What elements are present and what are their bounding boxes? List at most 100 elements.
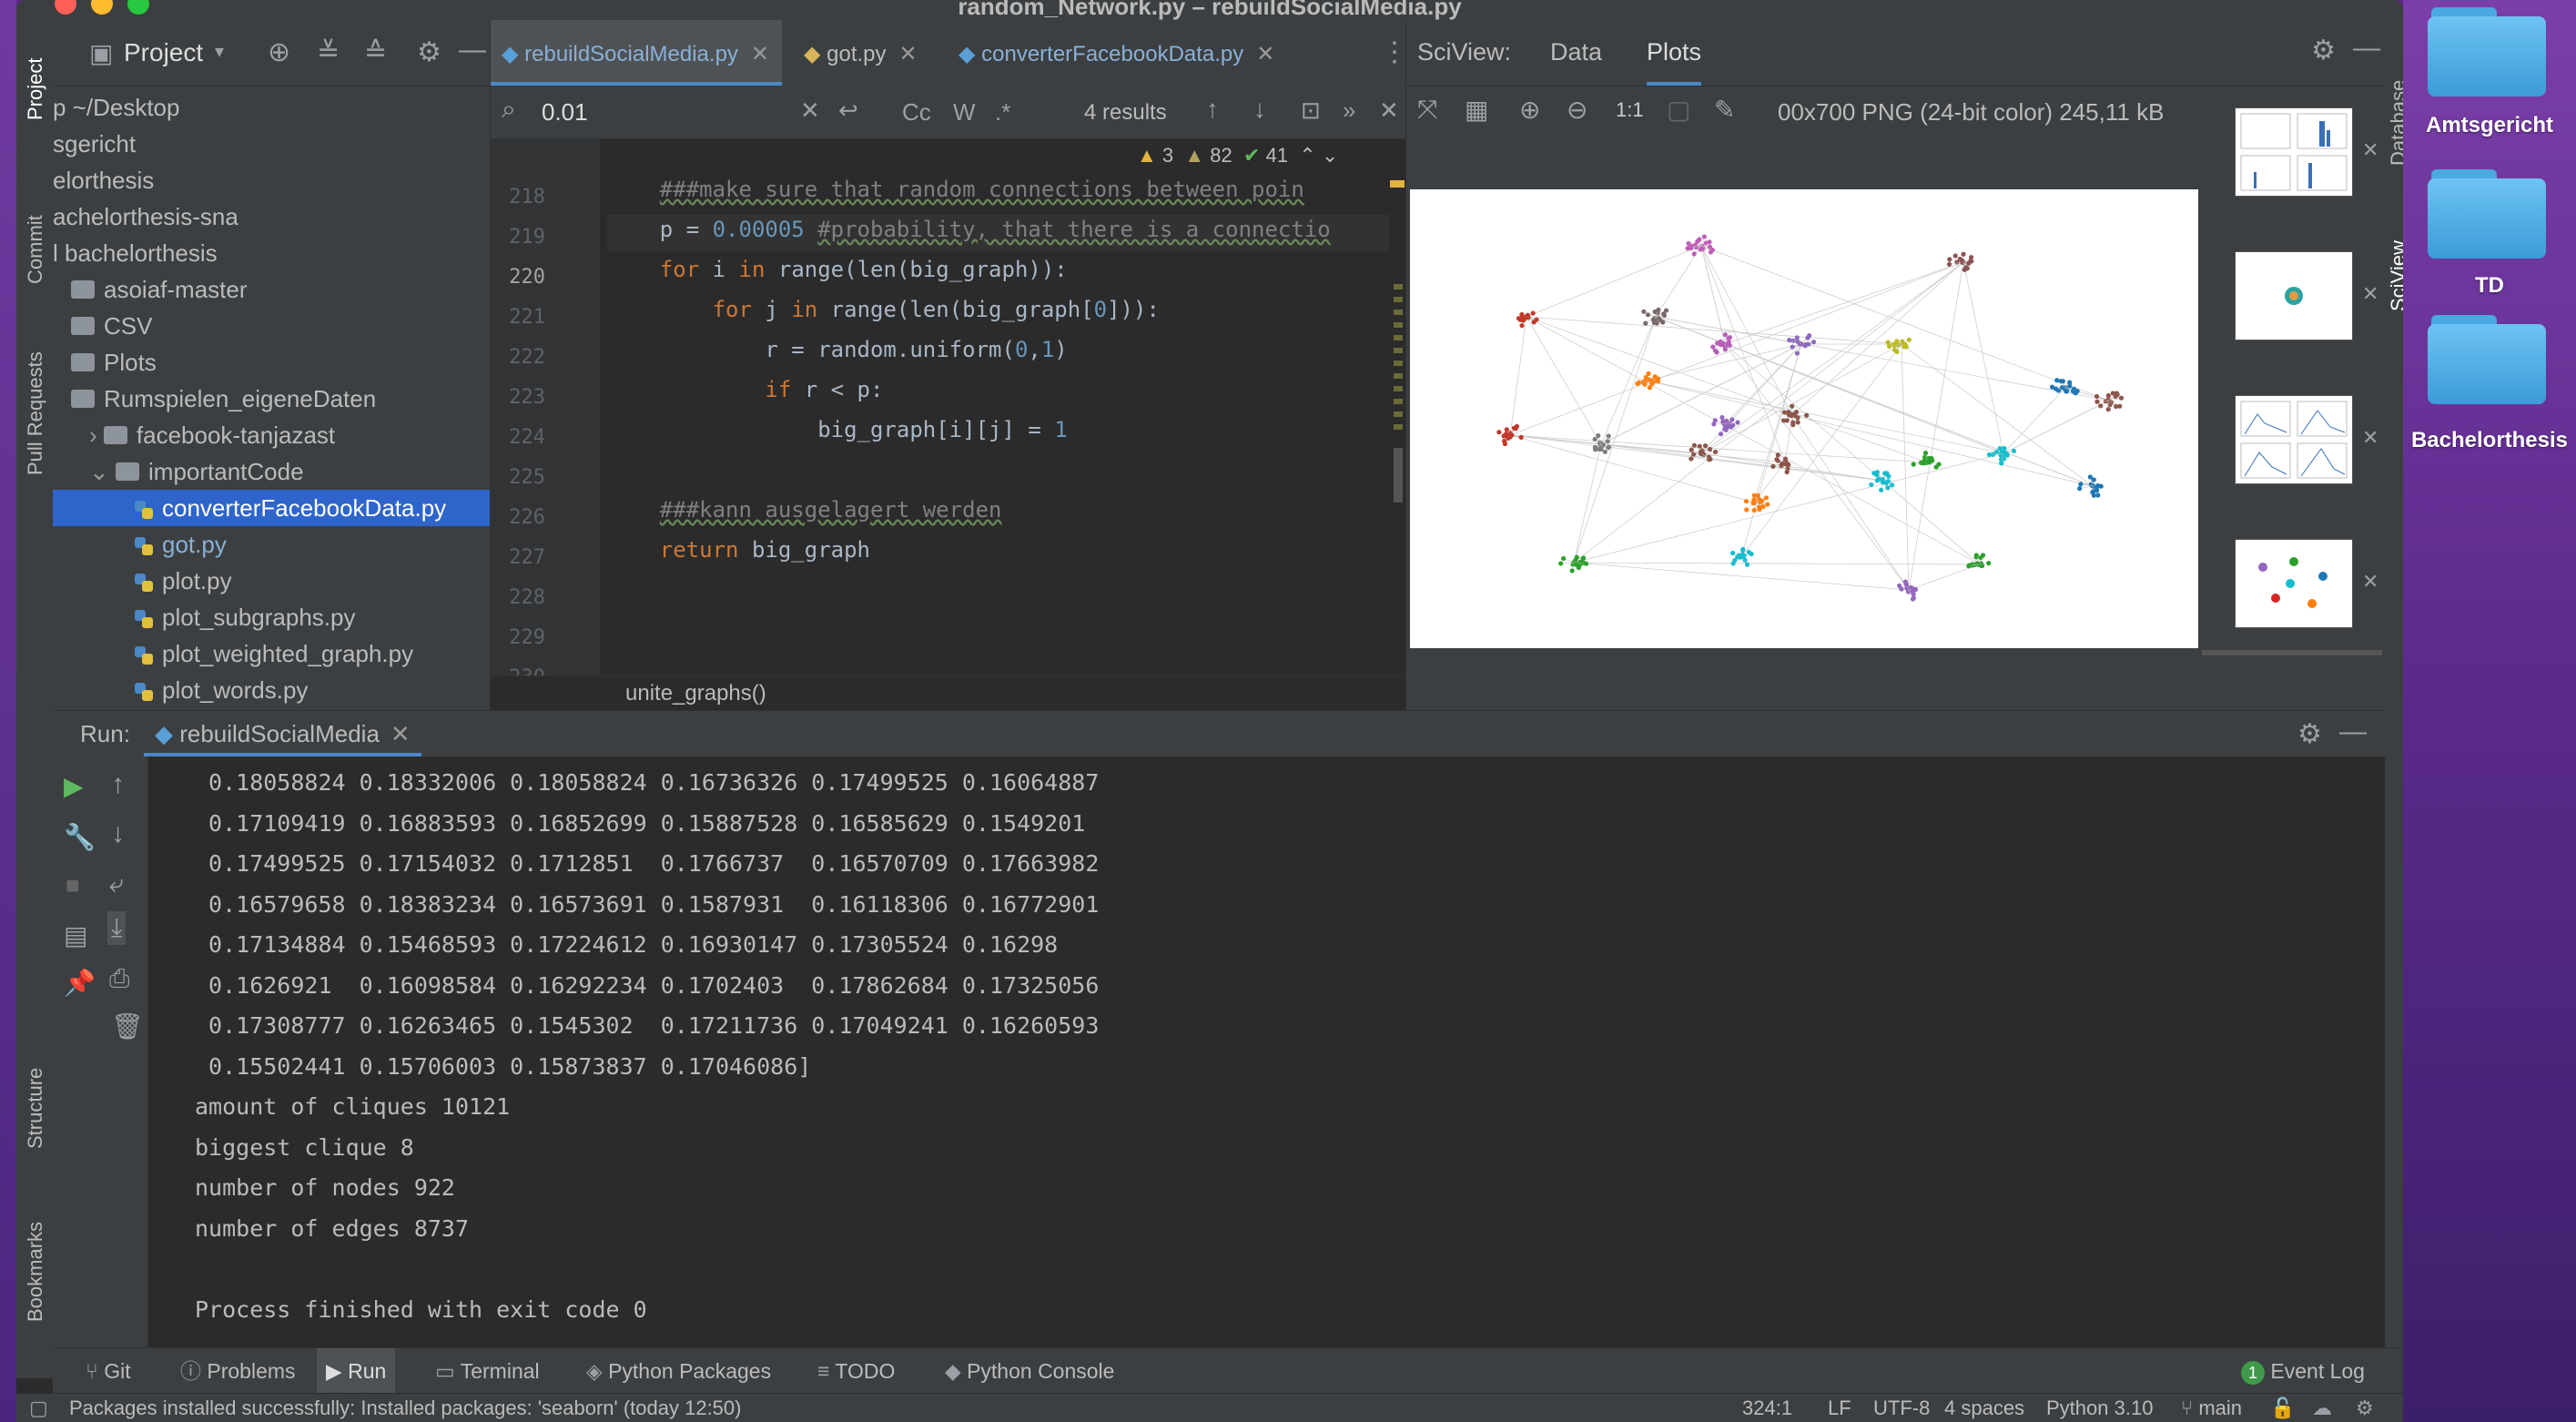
zoom-in-icon[interactable]: ⊕	[1519, 95, 1540, 125]
hide-panel-icon[interactable]: —	[2339, 716, 2367, 747]
folder-icon[interactable]	[2428, 169, 2546, 260]
code-line[interactable]: for i in range(len(big_graph)):	[607, 257, 1068, 282]
search-input[interactable]: 0.01	[542, 98, 588, 127]
tree-item[interactable]: plot_words.py	[53, 672, 490, 708]
tab-rebuildsocialmedia[interactable]: ◆ rebuildSocialMedia.py ✕	[491, 20, 782, 86]
desktop-folder-label[interactable]: Bachelorthesis	[2403, 428, 2576, 453]
chevron-down-icon[interactable]: ▾	[215, 40, 224, 63]
new-line-icon[interactable]: ↩	[838, 96, 858, 125]
stop-icon[interactable]: ■	[66, 871, 80, 899]
toggle-tool-windows-icon[interactable]: ▢	[29, 1394, 48, 1422]
close-find-icon[interactable]: ✕	[1379, 96, 1399, 125]
file-encoding[interactable]: UTF-8	[1873, 1394, 1930, 1422]
code-line[interactable]: ###make sure that random connections bet…	[607, 177, 1304, 202]
tree-item[interactable]: got.py	[53, 526, 490, 563]
close-icon[interactable]: ✕	[1256, 42, 1274, 66]
next-occurrence-icon[interactable]: ↓	[1253, 95, 1266, 124]
tree-item[interactable]: › facebook-tanjazast	[53, 417, 490, 453]
tree-item[interactable]: plot_subgraphs.py	[53, 599, 490, 635]
soft-wrap-icon[interactable]: ⤶	[109, 869, 124, 899]
code-line[interactable]: big_graph[i][j] = 1	[607, 417, 1068, 442]
code-line[interactable]: for j in range(len(big_graph[0])):	[607, 297, 1160, 322]
folder-icon[interactable]	[2428, 315, 2546, 406]
close-icon[interactable]: ✕	[751, 42, 769, 66]
match-case-toggle[interactable]: Cc	[902, 98, 931, 127]
cloud-icon[interactable]: ☁	[2312, 1394, 2332, 1422]
up-arrow-icon[interactable]: ↑	[111, 769, 125, 800]
close-window-button[interactable]	[55, 0, 76, 15]
code-line[interactable]: r = random.uniform(0,1)	[607, 337, 1067, 362]
close-icon[interactable]: ✕	[390, 720, 411, 747]
layout-icon[interactable]: ▤	[64, 920, 87, 950]
panel-layout-icon[interactable]: ▣	[89, 38, 113, 68]
more-tabs-icon[interactable]: ⋮	[1381, 36, 1408, 68]
event-log-tool-button[interactable]: 1 Event Log	[2241, 1348, 2365, 1394]
collapse-all-icon[interactable]: ≙	[364, 36, 387, 68]
status-message[interactable]: Packages installed successfully: Install…	[69, 1394, 741, 1422]
plot-thumbnail[interactable]	[2235, 395, 2353, 484]
desktop-folder-label[interactable]: TD	[2403, 273, 2576, 299]
code-line[interactable]: return big_graph	[607, 537, 870, 563]
actual-size-button[interactable]: 1:1	[1616, 98, 1644, 122]
gear-icon[interactable]: ⚙	[2356, 1394, 2374, 1422]
network-plot-image[interactable]	[1410, 189, 2198, 648]
python-console-tool-button[interactable]: ◆ Python Console	[945, 1348, 1114, 1394]
plot-thumbnail[interactable]	[2235, 539, 2353, 628]
fit-zoom-icon[interactable]: ⤧	[1417, 95, 1437, 125]
database-tool-tab[interactable]: Database	[2387, 80, 2403, 166]
project-tool-tab[interactable]: Project	[24, 58, 47, 120]
expand-all-icon[interactable]: ≚	[317, 36, 340, 68]
pin-icon[interactable]: 📌	[64, 968, 96, 998]
print-icon[interactable]: ⎙	[109, 964, 129, 994]
folder-icon[interactable]	[2428, 7, 2546, 98]
more-options-icon[interactable]: »	[1343, 96, 1355, 125]
breadcrumb-function[interactable]: unite_graphs()	[625, 681, 766, 706]
project-view-selector[interactable]: Project	[124, 38, 203, 67]
trash-icon[interactable]: 🗑	[111, 1011, 144, 1041]
thumbnail-scrollbar[interactable]	[2202, 650, 2382, 655]
run-output[interactable]: 0.18058824 0.18332006 0.18058824 0.16736…	[147, 757, 2385, 1348]
close-icon[interactable]: ✕	[2362, 282, 2378, 306]
run-tool-button[interactable]: ▶ Run	[317, 1348, 396, 1394]
hide-panel-icon[interactable]: —	[2353, 33, 2380, 64]
tree-item[interactable]: plot_weighted_graph.py	[53, 635, 490, 672]
regex-toggle[interactable]: .*	[995, 98, 1010, 127]
close-icon[interactable]: ✕	[899, 42, 918, 66]
tree-item[interactable]: p ~/Desktop	[53, 89, 490, 126]
plot-thumbnail[interactable]	[2235, 251, 2353, 340]
tab-run-config[interactable]: ◆ rebuildSocialMedia ✕	[144, 711, 421, 757]
tree-item[interactable]: l bachelorthesis	[53, 235, 490, 271]
zoom-out-icon[interactable]: ⊖	[1567, 95, 1587, 125]
code-line[interactable]: ###kann ausgelagert werden	[607, 497, 1002, 523]
inspection-widget[interactable]: ▲ 3 ▲ 82 ✔ 41 ⌃ ⌄	[1137, 144, 1338, 168]
tree-item[interactable]: plot.py	[53, 563, 490, 599]
wrench-icon[interactable]: 🔧	[64, 822, 96, 852]
locate-icon[interactable]: ⊕	[268, 36, 290, 68]
chevron-down-icon[interactable]: ⌄	[89, 458, 116, 485]
select-all-occurrences-icon[interactable]: ⊡	[1301, 96, 1321, 125]
commit-tool-tab[interactable]: Commit	[24, 215, 47, 284]
chevron-down-icon[interactable]: ⌄	[1322, 144, 1338, 167]
tree-item[interactable]: converterFacebookData.py	[53, 490, 490, 526]
tab-data[interactable]: Data	[1550, 38, 1602, 66]
tab-converterfacebookdata[interactable]: ◆ converterFacebookData.py ✕	[948, 20, 1285, 86]
tree-item[interactable]: asoiaf-master	[53, 271, 490, 308]
close-icon[interactable]: ✕	[2362, 570, 2378, 594]
rerun-icon[interactable]: ▶	[64, 771, 84, 801]
zoom-window-button[interactable]	[127, 0, 149, 15]
scroll-to-end-icon[interactable]: ⤓	[107, 911, 127, 945]
todo-tool-button[interactable]: ≡ TODO	[817, 1348, 895, 1394]
grid-icon[interactable]: ▦	[1465, 95, 1488, 125]
python-packages-tool-button[interactable]: ◈ Python Packages	[586, 1348, 771, 1394]
tree-item[interactable]: ⌄ importantCode	[53, 453, 490, 490]
caret-position[interactable]: 324:1	[1742, 1394, 1792, 1422]
git-branch[interactable]: ⑂ main	[2181, 1394, 2242, 1422]
desktop-folder-label[interactable]: Amtsgericht	[2403, 113, 2576, 138]
sciview-tool-tab[interactable]: SciView	[2387, 240, 2403, 311]
tree-item[interactable]: achelorthesis-sna	[53, 198, 490, 235]
clear-search-icon[interactable]: ✕	[800, 96, 820, 125]
tree-item[interactable]: Rumspielen_eigeneDaten	[53, 381, 490, 417]
code-line[interactable]: p = 0.00005 #probability, that there is …	[607, 217, 1331, 242]
code-line[interactable]: if r < p:	[607, 377, 883, 402]
gear-icon[interactable]: ⚙	[2297, 718, 2322, 750]
